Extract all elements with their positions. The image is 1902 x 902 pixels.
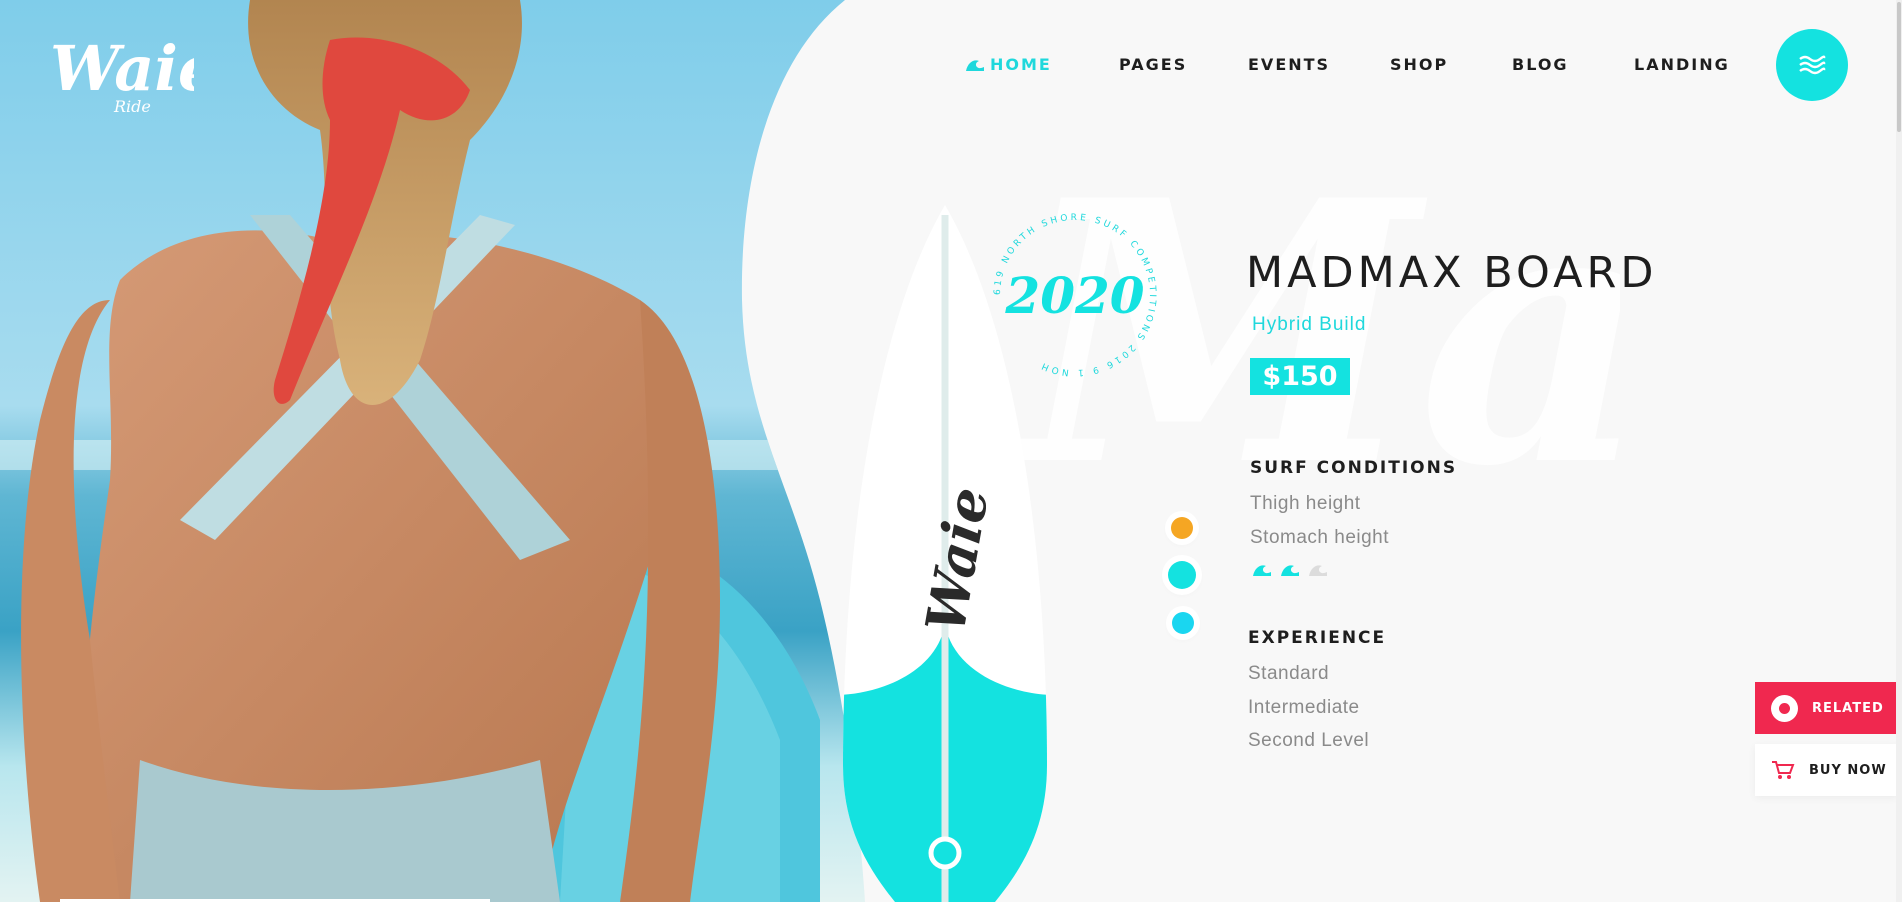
wave-icon [1253,565,1271,576]
related-label: RELATED [1812,700,1884,716]
buy-now-button[interactable]: BUY NOW [1755,744,1898,796]
svg-text:Waie: Waie [50,32,194,105]
nav-home[interactable]: HOME [965,55,1052,74]
product-title: MADMAX BOARD [1246,248,1658,298]
nav-label: EVENTS [1248,55,1331,74]
scrollbar-thumb[interactable] [1897,2,1901,132]
surf-condition-item: Thigh height [1250,493,1361,514]
surf-condition-item: Stomach height [1250,527,1390,548]
nav-label: BLOG [1512,55,1569,74]
experience-item: Standard [1248,663,1330,684]
color-option-orange[interactable] [1171,517,1193,539]
related-icon [1771,694,1798,722]
nav-label: PAGES [1119,55,1188,74]
color-option-turquoise[interactable] [1168,561,1196,589]
wave-icon [966,59,984,71]
cart-icon [1772,761,1795,779]
svg-text:Ride: Ride [113,97,151,116]
price-badge: $150 [1250,358,1350,395]
hamburger-waves-icon [1799,55,1826,75]
nav-blog[interactable]: BLOG [1512,55,1569,74]
logo-mark: Waie Ride [50,32,217,116]
brand-logo[interactable]: Waie Ride [44,10,217,125]
product-subtitle: Hybrid Build [1252,314,1367,335]
nav-label: SHOP [1390,55,1449,74]
nav-landing[interactable]: LANDING [1634,55,1730,74]
wave-icon-empty [1309,565,1327,576]
menu-button[interactable] [1776,29,1848,101]
related-button[interactable]: RELATED [1755,682,1898,734]
nav-label: LANDING [1634,55,1730,74]
nav-pages[interactable]: PAGES [1119,55,1187,74]
experience-heading: EXPERIENCE [1248,628,1387,648]
surf-conditions-heading: SURF CONDITIONS [1250,458,1458,478]
nav-events[interactable]: EVENTS [1248,55,1330,74]
experience-item: Second Level [1248,730,1370,751]
nav-label: HOME [990,55,1052,74]
color-option-cyan[interactable] [1172,612,1194,634]
nav-shop[interactable]: SHOP [1390,55,1448,74]
buy-now-label: BUY NOW [1809,762,1887,778]
wave-icon [1281,565,1299,576]
wave-rating [1252,563,1328,577]
scrollbar[interactable] [1896,0,1902,902]
year-badge: 619 NORTH SHORE SURF COMPETITIONS 2016 9… [993,213,1154,377]
experience-item: Intermediate [1248,697,1360,718]
svg-text:2020: 2020 [1004,266,1144,325]
